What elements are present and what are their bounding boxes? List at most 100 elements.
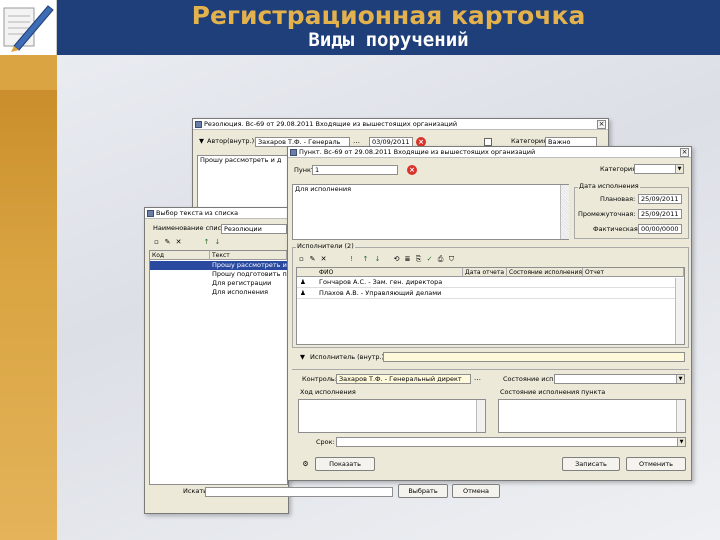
control-field[interactable]: Захаров Т.Ф. - Генеральный директ	[336, 374, 471, 384]
new-document-icon[interactable]: ▫	[298, 256, 305, 263]
list-icon[interactable]: ≣	[404, 256, 411, 263]
list-item-text: Для регистрации	[212, 279, 272, 287]
resolution-checkbox[interactable]	[484, 138, 492, 146]
arrow-down-icon[interactable]: ↓	[374, 256, 381, 263]
list-item-text: Прошу рассмотреть и ра	[212, 261, 287, 269]
filter-icon[interactable]: ⛉	[448, 256, 455, 263]
select-cancel-button[interactable]: Отмена	[452, 484, 500, 498]
alert-icon[interactable]: !	[348, 256, 355, 263]
slide-title: Регистрационная карточка	[191, 1, 586, 30]
actual-date-field[interactable]: 00/00/0000	[638, 224, 682, 234]
initiator-field[interactable]	[383, 352, 685, 362]
arrow-up-icon[interactable]: ↑	[203, 239, 210, 246]
plan-date-field[interactable]: 25/09/2011	[638, 194, 682, 204]
list-item-text: Для исполнения	[212, 288, 269, 296]
term-field[interactable]: ▼	[336, 437, 686, 447]
select-button[interactable]: Выбрать	[398, 484, 448, 498]
select-text-list[interactable]: Код Текст Прошу рассмотреть и ра Прошу п…	[149, 250, 288, 485]
arrow-up-icon[interactable]: ↑	[362, 256, 369, 263]
execution-date-label: Дата исполнения	[578, 182, 640, 191]
clear-number-icon[interactable]: ×	[407, 165, 417, 175]
interim-date-label: Промежуточная:	[578, 210, 636, 218]
delete-icon[interactable]: ✕	[175, 239, 182, 246]
item-window-titlebar[interactable]: Пункт. Вс-69 от 29.08.2011 Входящие из в…	[288, 147, 691, 158]
logo-pen-icon	[0, 0, 57, 55]
control-label: Контроль:	[302, 375, 337, 383]
show-button[interactable]: Показать	[315, 457, 375, 471]
resolution-window-title: Резолюция. Вс-69 от 29.08.2011 Входящие …	[204, 120, 458, 128]
item-window-title: Пункт. Вс-69 от 29.08.2011 Входящие из в…	[299, 148, 536, 156]
select-text-window: Выбор текста из списка Наименование спис…	[144, 207, 393, 514]
item-window: Пункт. Вс-69 от 29.08.2011 Входящие из в…	[287, 146, 692, 481]
chevron-down-icon[interactable]: ▼	[677, 438, 685, 446]
resolution-window-titlebar[interactable]: Резолюция. Вс-69 от 29.08.2011 Входящие …	[193, 119, 608, 130]
item-category-dropdown[interactable]: ▼	[634, 164, 684, 174]
ellipsis-icon[interactable]: …	[474, 375, 481, 382]
person-icon: ♟	[300, 278, 306, 286]
state-text-label: Состояние исполнения пункта	[500, 388, 606, 396]
term-label: Срок:	[316, 438, 335, 446]
list-name-label: Наименование списка:	[153, 224, 232, 232]
cancel-button[interactable]: Отменить	[626, 457, 686, 471]
slide-subtitle: Виды поручений	[308, 29, 469, 51]
new-document-icon[interactable]: ▫	[153, 239, 160, 246]
person-icon: ♟	[300, 289, 306, 297]
interim-date-field[interactable]: 25/09/2011	[638, 209, 682, 219]
state-text-area[interactable]	[498, 399, 686, 433]
edit-icon[interactable]: ✎	[164, 239, 171, 246]
executors-grid-header: ФИО Дата отчета Состояние исполнения Отч…	[297, 268, 684, 277]
expand-arrow-icon[interactable]: ▼	[300, 353, 305, 362]
item-category-label: Категория:	[600, 165, 639, 173]
check-icon[interactable]: ✓	[426, 256, 433, 263]
column-header-fio[interactable]: ФИО	[317, 268, 463, 277]
state-dropdown[interactable]: ▼	[554, 374, 685, 384]
chevron-down-icon[interactable]: ▼	[675, 165, 683, 173]
table-row[interactable]: ♟ Гончаров А.С. - Зам. ген. директора	[297, 278, 684, 288]
executors-label: Исполнители (2)	[296, 242, 355, 251]
delete-icon[interactable]: ✕	[320, 256, 327, 263]
list-name-field[interactable]: Резолюции	[221, 224, 287, 234]
actual-date-label: Фактическая:	[593, 225, 640, 233]
column-header-report-date[interactable]: Дата отчета	[463, 268, 507, 277]
column-header-code[interactable]: Код	[150, 251, 210, 260]
gear-icon[interactable]: ⚙	[302, 461, 309, 468]
arrow-down-icon[interactable]: ↓	[214, 239, 221, 246]
save-button[interactable]: Записать	[562, 457, 620, 471]
ellipsis-icon[interactable]: …	[353, 138, 360, 145]
category-label: Категория:	[511, 137, 550, 145]
state-text-scrollbar[interactable]	[676, 400, 685, 432]
close-icon[interactable]: ×	[597, 120, 606, 129]
author-label: Автор(внутр.):	[207, 137, 257, 145]
list-header: Код Текст	[150, 251, 287, 260]
control-section	[292, 369, 689, 370]
expand-arrow-icon[interactable]: ▼	[199, 137, 204, 146]
list-item[interactable]: Прошу подготовить пре	[150, 270, 287, 279]
item-text-scrollbar[interactable]	[560, 185, 569, 239]
copy-icon[interactable]: ⎘	[415, 256, 422, 263]
progress-scrollbar[interactable]	[476, 400, 485, 432]
plan-date-label: Плановая:	[600, 195, 636, 203]
column-header-state[interactable]: Состояние исполнения	[507, 268, 583, 277]
item-text-area[interactable]: Для исполнения	[292, 184, 569, 240]
column-header-text[interactable]: Текст	[210, 251, 287, 260]
list-item-selected[interactable]: Прошу рассмотреть и ра	[150, 261, 287, 270]
select-text-window-titlebar[interactable]: Выбор текста из списка	[145, 208, 288, 219]
executors-grid[interactable]: ФИО Дата отчета Состояние исполнения Отч…	[296, 267, 685, 345]
close-icon[interactable]: ×	[680, 148, 689, 157]
chevron-down-icon[interactable]: ▼	[676, 375, 684, 383]
initiator-label: Исполнитель (внутр.):	[310, 353, 387, 361]
refresh-icon[interactable]: ⟲	[393, 256, 400, 263]
list-item[interactable]: Для исполнения	[150, 288, 287, 297]
progress-text-area[interactable]	[298, 399, 486, 433]
table-row[interactable]: ♟ Плахов А.В. - Управляющий делами	[297, 289, 684, 299]
item-number-field[interactable]: 1	[312, 165, 398, 175]
column-header-report[interactable]: Отчет	[583, 268, 684, 277]
window-icon	[290, 149, 297, 156]
edit-icon[interactable]: ✎	[309, 256, 316, 263]
window-icon	[195, 121, 202, 128]
search-input[interactable]	[205, 487, 393, 497]
executors-grid-scrollbar[interactable]	[675, 278, 684, 344]
print-icon[interactable]: ⎙	[437, 256, 444, 263]
progress-label: Ход исполнения	[300, 388, 356, 396]
list-item[interactable]: Для регистрации	[150, 279, 287, 288]
